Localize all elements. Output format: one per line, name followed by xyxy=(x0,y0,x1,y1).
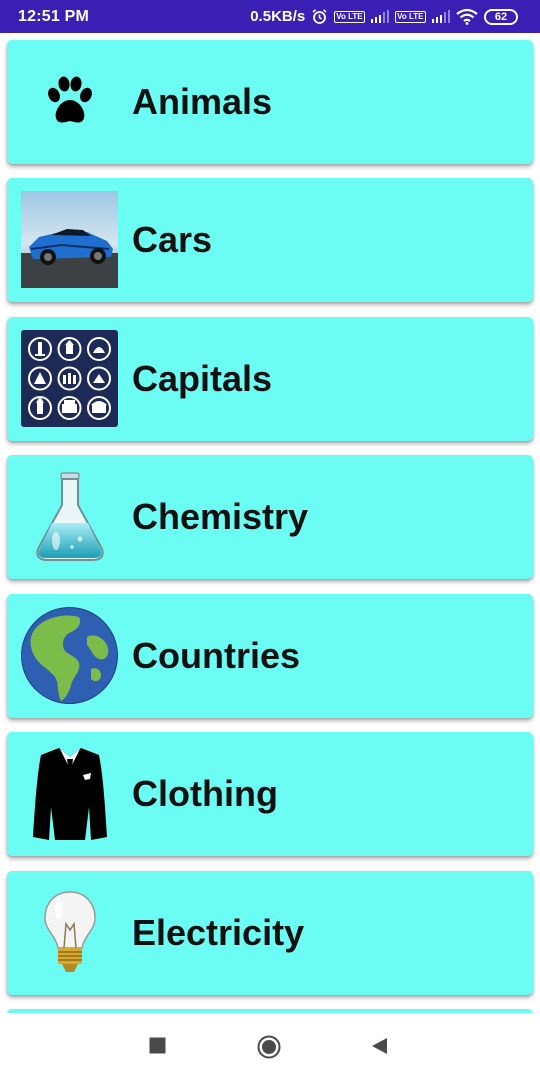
volte-badge-1: Vo LTE xyxy=(334,10,365,23)
category-label: Clothing xyxy=(132,773,278,814)
category-label: Electricity xyxy=(132,912,305,953)
category-label: Cars xyxy=(132,219,213,260)
home-circle-icon[interactable] xyxy=(257,1035,281,1059)
battery-icon: 62 xyxy=(484,8,518,25)
globe-icon xyxy=(21,607,118,704)
alarm-icon xyxy=(311,8,328,25)
status-time: 12:51 PM xyxy=(18,7,89,25)
back-triangle-icon[interactable] xyxy=(371,1037,388,1055)
signal-icon xyxy=(370,10,390,23)
category-label: Capitals xyxy=(132,358,273,399)
category-card-cars[interactable]: Cars xyxy=(7,178,533,302)
category-label: Countries xyxy=(132,635,301,676)
network-speed: 0.5KB/s xyxy=(250,8,306,25)
status-indicators: 0.5KB/s Vo LTE Vo LTE 62 xyxy=(250,8,518,25)
category-card-chemistry[interactable]: Chemistry xyxy=(7,455,533,579)
car-photo-icon xyxy=(21,191,118,288)
recents-square-icon[interactable] xyxy=(149,1037,166,1054)
category-label: Animals xyxy=(132,81,273,122)
category-label: Chemistry xyxy=(132,496,309,537)
category-list[interactable]: Animals Cars Capitals Chemistry Countrie… xyxy=(0,33,540,1013)
category-card-animals[interactable]: Animals xyxy=(7,40,533,164)
status-bar: 12:51 PM 0.5KB/s Vo LTE Vo LTE 62 xyxy=(0,0,540,33)
suit-icon xyxy=(21,745,118,842)
paw-icon xyxy=(21,53,118,150)
volte-badge-2: Vo LTE xyxy=(395,10,426,23)
light-bulb-icon xyxy=(21,884,118,981)
wifi-icon xyxy=(456,8,478,25)
navigation-bar xyxy=(0,1013,540,1080)
category-card-countries[interactable]: Countries xyxy=(7,594,533,718)
category-card-clothing[interactable]: Clothing xyxy=(7,732,533,856)
category-card-capitals[interactable]: Capitals xyxy=(7,317,533,441)
flask-icon xyxy=(21,468,118,565)
category-card-electricity[interactable]: Electricity xyxy=(7,871,533,995)
landmarks-icon xyxy=(21,330,118,427)
signal-icon-2 xyxy=(431,10,450,23)
